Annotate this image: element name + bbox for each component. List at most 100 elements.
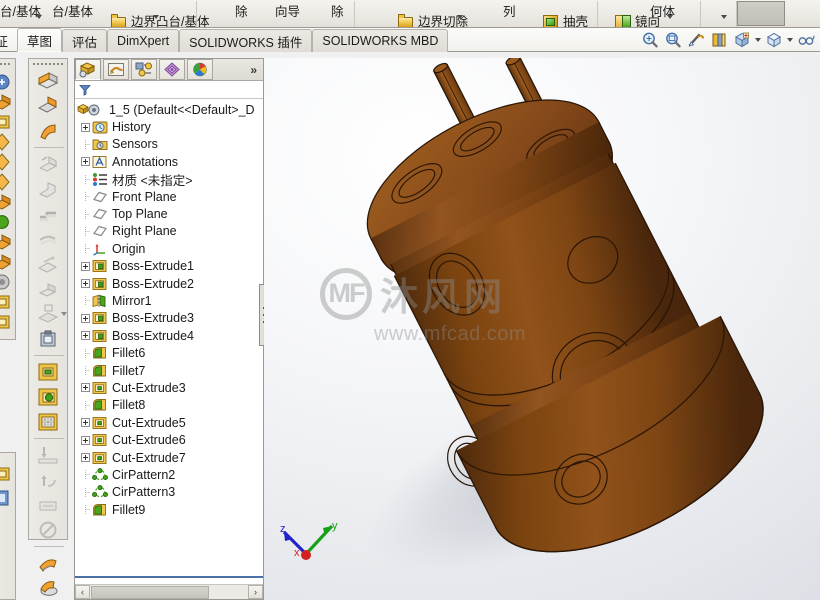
toolbar-fold-down-icon[interactable] (36, 443, 60, 467)
ribbon-dropdown-caret-icon[interactable] (667, 15, 673, 19)
feature-tree[interactable]: 1_5 (Default<<Default>_D History Sensors… (75, 99, 263, 582)
toolbar-hem-icon[interactable] (36, 227, 60, 251)
zoom-to-area-icon[interactable] (663, 30, 683, 50)
feature-tree-item[interactable]: History (75, 118, 263, 135)
zoom-to-fit-icon[interactable] (640, 30, 660, 50)
tab-5[interactable]: SOLIDWORKS MBD (312, 29, 449, 52)
ribbon-dropdown-caret-icon[interactable] (153, 15, 159, 19)
toolbar-shell-y-icon[interactable] (36, 360, 60, 384)
feature-tree-item[interactable]: Origin (75, 240, 263, 257)
previous-view-icon[interactable] (686, 30, 706, 50)
toolbar-forbid-icon[interactable] (36, 518, 60, 542)
toolbar-jog-icon[interactable] (36, 202, 60, 226)
scroll-right-button[interactable]: › (248, 585, 263, 599)
ribbon-label[interactable]: 台/基体 (0, 1, 41, 20)
feature-tree-item[interactable]: Boss-Extrude4 (75, 327, 263, 344)
toolbar-lofted-bend-icon[interactable] (36, 119, 60, 143)
toolbar-insert-bends-icon[interactable] (36, 327, 60, 351)
toolbar-base-flange-icon[interactable] (36, 69, 60, 93)
scroll-thumb[interactable] (91, 585, 209, 599)
toolbar-flat-pattern-icon[interactable] (36, 302, 60, 326)
toolbar-feat-blue-rect-icon[interactable] (0, 487, 15, 511)
feature-tree-item[interactable]: Annotations (75, 153, 263, 170)
toolbar-grid-icon[interactable] (36, 410, 60, 434)
tab-3[interactable]: DimXpert (107, 29, 180, 52)
feature-tree-item[interactable]: Fillet7 (75, 362, 263, 379)
feature-tree-item[interactable]: Fillet8 (75, 397, 263, 414)
feature-tree-item[interactable]: Boss-Extrude3 (75, 310, 263, 327)
feature-tree-item[interactable]: Sensors (75, 136, 263, 153)
hide-show-items-icon[interactable] (796, 30, 816, 50)
toolbar-grip[interactable] (0, 455, 15, 461)
rollback-bar[interactable] (75, 576, 263, 578)
tree-tabs-overflow-chevron-icon[interactable]: » (250, 63, 257, 77)
expand-toggle-icon[interactable] (81, 313, 90, 323)
feature-tree-item[interactable]: Cut-Extrude6 (75, 431, 263, 448)
view-orientation-icon[interactable] (732, 30, 752, 50)
tab-2[interactable]: 评估 (62, 29, 108, 52)
display-style-icon[interactable] (764, 30, 784, 50)
toolbar-sketched-bend-icon[interactable] (36, 152, 60, 176)
expand-toggle-icon[interactable] (81, 261, 90, 271)
feature-tree-item[interactable]: Mirror1 (75, 292, 263, 309)
feature-tree-item[interactable]: Front Plane (75, 188, 263, 205)
section-view-icon[interactable] (709, 30, 729, 50)
toolbar-fold-up-icon[interactable] (36, 468, 60, 492)
tab-0[interactable]: 特征 (0, 29, 17, 52)
ribbon-label[interactable]: 向导 (275, 1, 300, 20)
tree-horizontal-scrollbar[interactable]: ‹ › (75, 584, 263, 599)
model-3d-view[interactable] (264, 58, 820, 600)
expand-toggle-icon[interactable] (81, 331, 90, 341)
feature-tree-item[interactable]: Fillet6 (75, 344, 263, 361)
ribbon-command[interactable]: 镜向 (615, 11, 660, 27)
ribbon-command[interactable]: 边界凸台/基体 (111, 11, 209, 27)
toolbar-miter-flange-icon[interactable] (36, 177, 60, 201)
toolbar-dropdown-caret-icon[interactable] (61, 312, 67, 316)
toolbar-unfold-icon[interactable] (36, 252, 60, 276)
feature-tree-item[interactable]: CirPattern2 (75, 466, 263, 483)
property-manager-tab[interactable] (103, 59, 129, 80)
scroll-left-button[interactable]: ‹ (75, 585, 90, 599)
expand-toggle-icon[interactable] (81, 418, 90, 428)
ribbon-command[interactable]: 边界切除 (398, 11, 468, 27)
toolbar-grip[interactable] (29, 61, 67, 67)
expand-toggle-icon[interactable] (81, 157, 90, 167)
expand-toggle-icon[interactable] (81, 279, 90, 289)
toolbar-no-bend-icon[interactable] (36, 493, 60, 517)
toolbar-bend-o-icon[interactable] (36, 551, 60, 575)
ribbon-label[interactable]: 列 (503, 1, 516, 20)
dimxpert-manager-tab[interactable] (159, 59, 185, 80)
ribbon-label[interactable]: 台/基体 (52, 1, 93, 20)
feature-manager-tab[interactable] (75, 59, 101, 80)
display-manager-tab[interactable] (187, 59, 213, 80)
feature-tree-item[interactable]: Cut-Extrude5 (75, 414, 263, 431)
feature-tree-filter[interactable] (75, 81, 263, 99)
display-style-caret-icon[interactable] (787, 38, 793, 42)
ribbon-dropdown-caret-icon[interactable] (457, 15, 463, 19)
toolbar-bend-o2-icon[interactable] (36, 576, 60, 600)
graphics-viewport[interactable]: MF 沐风网 www.mfcad.com z y x (264, 58, 820, 600)
toolbar-grip[interactable] (0, 61, 15, 67)
feature-tree-root[interactable]: 1_5 (Default<<Default>_D (75, 101, 263, 118)
feature-tree-item[interactable]: Fillet9 (75, 501, 263, 518)
feature-tree-item[interactable]: Top Plane (75, 205, 263, 222)
ribbon-label[interactable]: 除 (235, 1, 248, 20)
feature-tree-item[interactable]: Right Plane (75, 223, 263, 240)
configuration-manager-tab[interactable] (131, 59, 157, 80)
ribbon-dropdown-caret-icon[interactable] (36, 15, 42, 19)
ribbon-label[interactable]: 除 (331, 1, 344, 20)
toolbar-feat-yellow-icon[interactable] (0, 311, 15, 335)
feature-tree-item[interactable]: Cut-Extrude3 (75, 379, 263, 396)
toolbar-shell-g-icon[interactable] (36, 385, 60, 409)
feature-tree-item[interactable]: Boss-Extrude2 (75, 275, 263, 292)
tab-1[interactable]: 草图 (17, 28, 63, 52)
feature-tree-item[interactable]: Boss-Extrude1 (75, 258, 263, 275)
view-orientation-caret-icon[interactable] (755, 38, 761, 42)
toolbar-feat-yellow-icon[interactable] (0, 463, 15, 487)
expand-toggle-icon[interactable] (81, 435, 90, 445)
toolbar-corner-icon[interactable] (36, 277, 60, 301)
feature-tree-item[interactable]: 材质 <未指定> (75, 171, 263, 188)
ribbon-dropdown-caret-icon[interactable] (721, 15, 727, 19)
tab-4[interactable]: SOLIDWORKS 插件 (179, 29, 313, 52)
ribbon-command[interactable]: 抽壳 (543, 11, 588, 27)
